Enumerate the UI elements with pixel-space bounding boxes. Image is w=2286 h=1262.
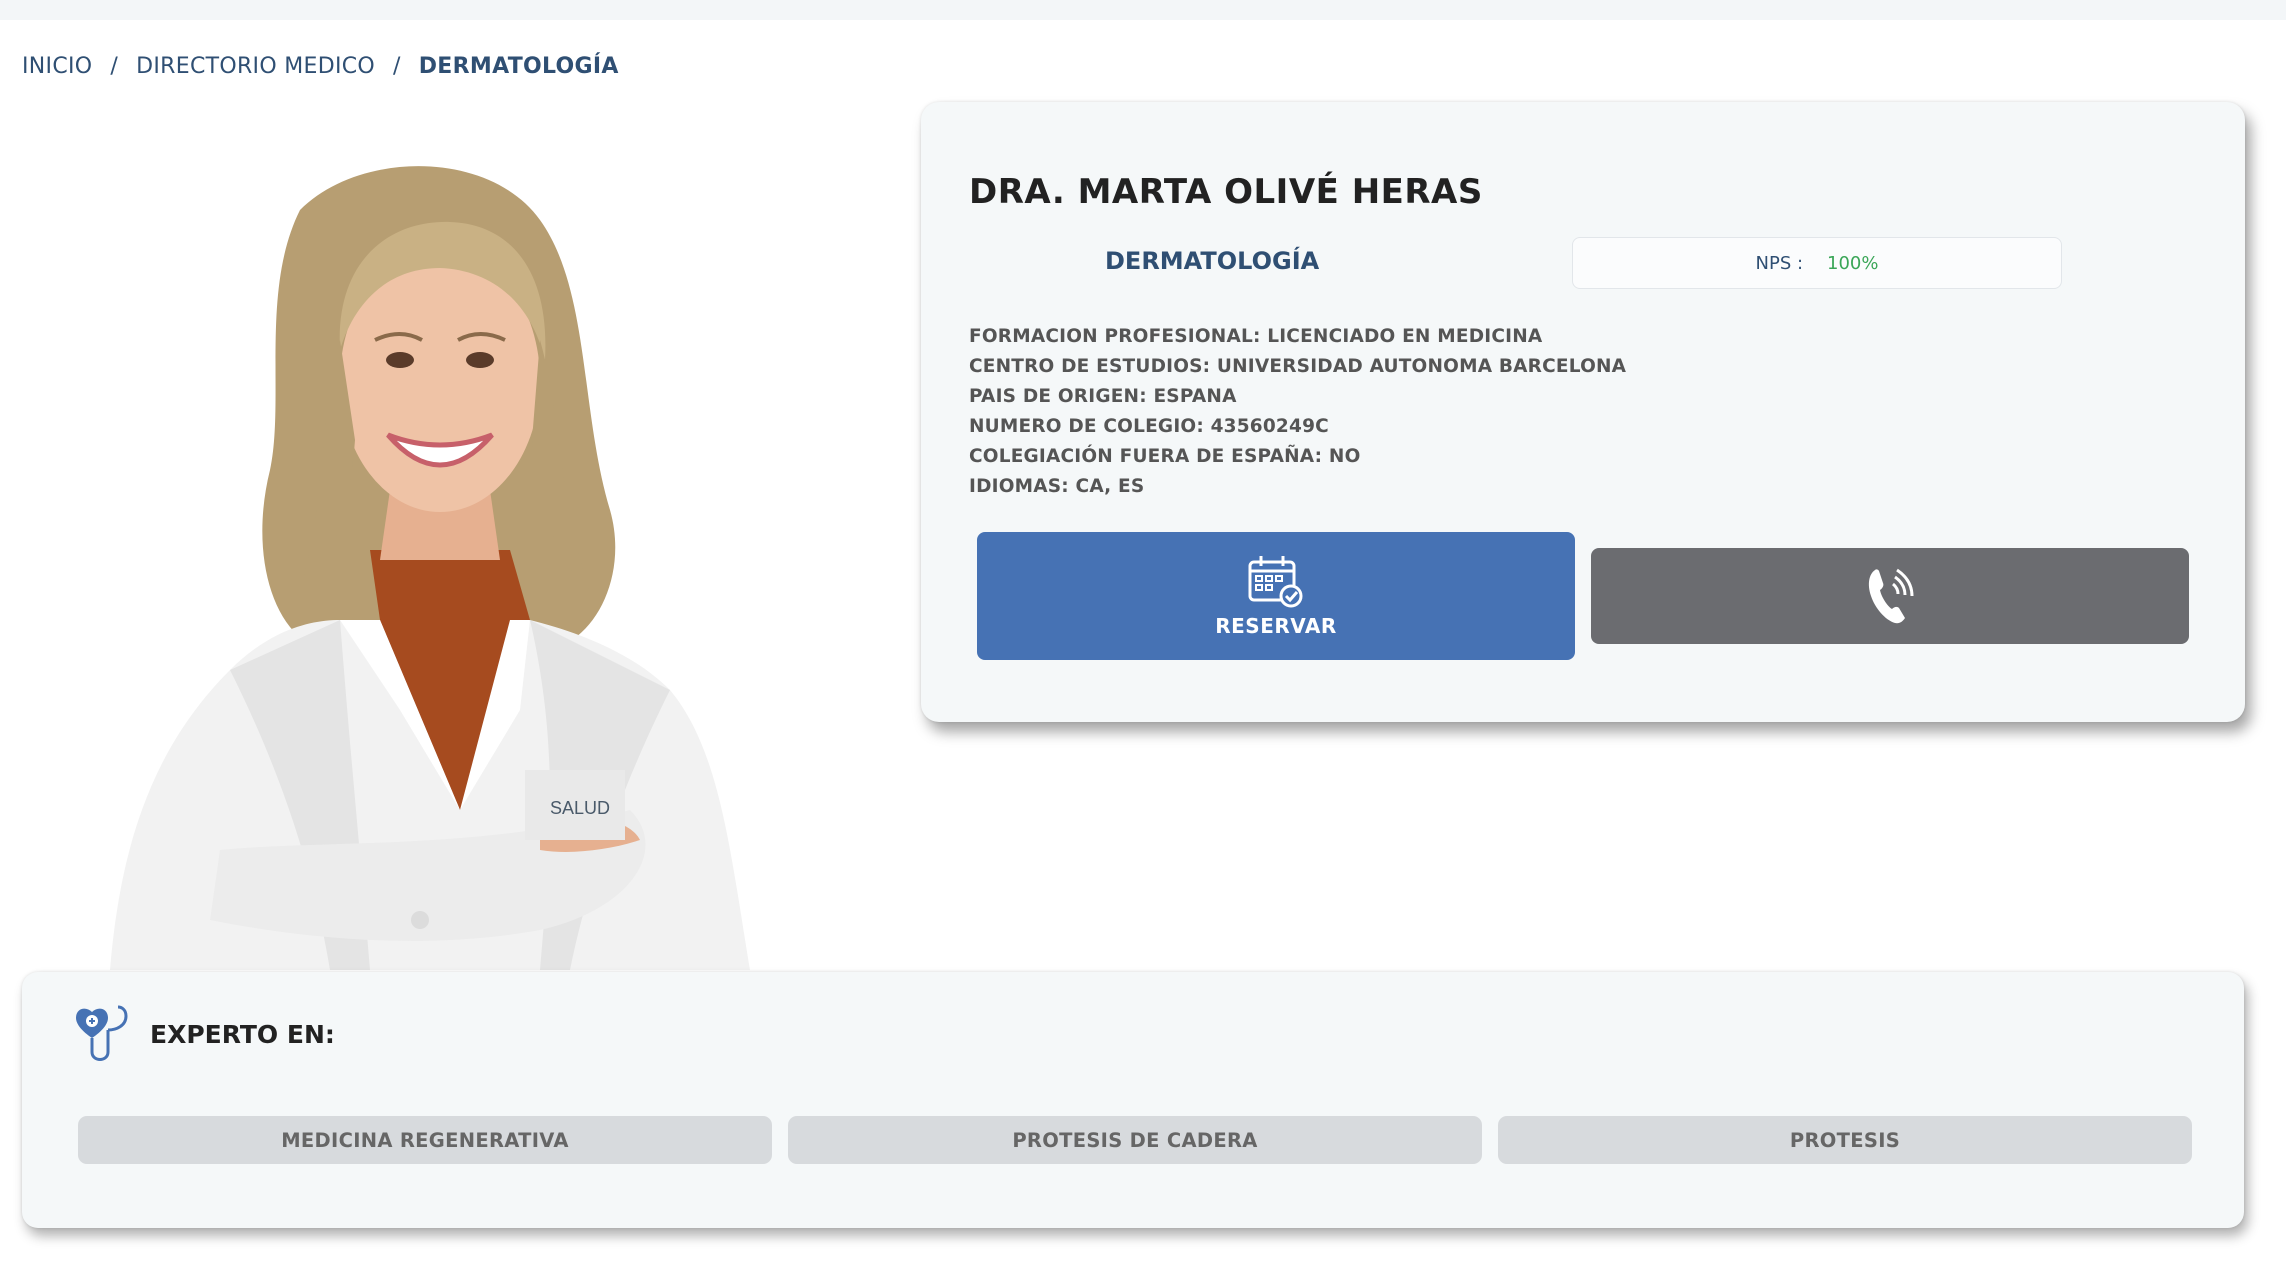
doctor-name: DRA. MARTA OLIVÉ HERAS: [969, 172, 1483, 212]
tag-protesis[interactable]: PROTESIS: [1498, 1116, 2192, 1164]
expert-tags: MEDICINA REGENERATIVA PROTESIS DE CADERA…: [78, 1116, 2192, 1164]
breadcrumb-directorio[interactable]: DIRECTORIO MEDICO: [136, 54, 375, 79]
phone-icon: [1868, 568, 1914, 624]
nps-badge: NPS : 100%: [1572, 237, 2062, 289]
nps-label: NPS :: [1755, 252, 1804, 274]
calendar-check-icon: [1248, 556, 1303, 608]
info-colegiacion: COLEGIACIÓN FUERA DE ESPAÑA: NO: [969, 446, 1361, 467]
doctor-photo: SALUD: [110, 166, 750, 970]
info-idiomas: IDIOMAS: CA, ES: [969, 476, 1145, 497]
breadcrumb-separator: /: [393, 53, 401, 79]
nps-value: 100%: [1827, 252, 1879, 274]
info-formacion: FORMACION PROFESIONAL: LICENCIADO EN MED…: [969, 326, 1543, 347]
breadcrumb-inicio[interactable]: INICIO: [22, 54, 92, 79]
info-centro: CENTRO DE ESTUDIOS: UNIVERSIDAD AUTONOMA…: [969, 356, 1627, 377]
breadcrumb-separator: /: [110, 53, 119, 79]
doctor-info: FORMACION PROFESIONAL: LICENCIADO EN MED…: [969, 322, 1626, 502]
expert-section: EXPERTO EN: MEDICINA REGENERATIVA PROTES…: [22, 972, 2244, 1228]
tag-medicina-regenerativa[interactable]: MEDICINA REGENERATIVA: [78, 1116, 772, 1164]
info-pais: PAIS DE ORIGEN: ESPANA: [969, 386, 1237, 407]
reserve-button[interactable]: RESERVAR: [977, 532, 1575, 660]
breadcrumb: INICIO / DIRECTORIO MEDICO / DERMATOLOGÍ…: [22, 50, 619, 82]
reserve-label: RESERVAR: [1215, 614, 1337, 638]
call-button[interactable]: [1591, 548, 2189, 644]
doctor-specialty: DERMATOLOGÍA: [1105, 247, 1320, 275]
stethoscope-heart-icon: [76, 1005, 128, 1061]
doctor-card: DRA. MARTA OLIVÉ HERAS DERMATOLOGÍA NPS …: [921, 102, 2245, 722]
tag-protesis-cadera[interactable]: PROTESIS DE CADERA: [788, 1116, 1482, 1164]
photo-logo-text: SALUD: [550, 798, 610, 818]
breadcrumb-current: DERMATOLOGÍA: [418, 53, 619, 79]
top-strip: [0, 0, 2286, 20]
expert-title: EXPERTO EN:: [150, 1020, 335, 1049]
info-colegio: NUMERO DE COLEGIO: 43560249C: [969, 416, 1329, 437]
